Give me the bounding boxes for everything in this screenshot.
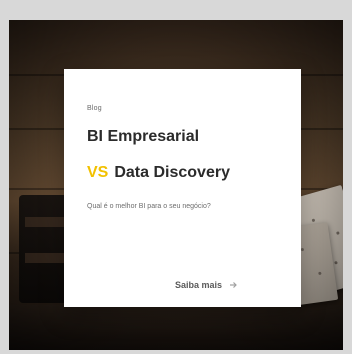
arrow-right-icon bbox=[228, 280, 238, 290]
vs-accent: VS bbox=[87, 164, 109, 181]
card-kicker: Blog bbox=[87, 105, 102, 112]
saiba-mais-link[interactable]: Saiba mais bbox=[175, 280, 238, 290]
card-title-line-2-rest: Data Discovery bbox=[114, 164, 230, 181]
promo-card[interactable]: Blog BI Empresarial VS Data Discovery Qua… bbox=[64, 69, 301, 307]
card-subtitle: Qual é o melhor BI para o seu negócio? bbox=[87, 203, 211, 210]
ad-frame: Blog BI Empresarial VS Data Discovery Qua… bbox=[0, 0, 352, 354]
cta-label: Saiba mais bbox=[175, 280, 223, 290]
card-title-line-2: VS Data Discovery bbox=[87, 164, 230, 182]
card-title-line-1: BI Empresarial bbox=[87, 128, 200, 145]
